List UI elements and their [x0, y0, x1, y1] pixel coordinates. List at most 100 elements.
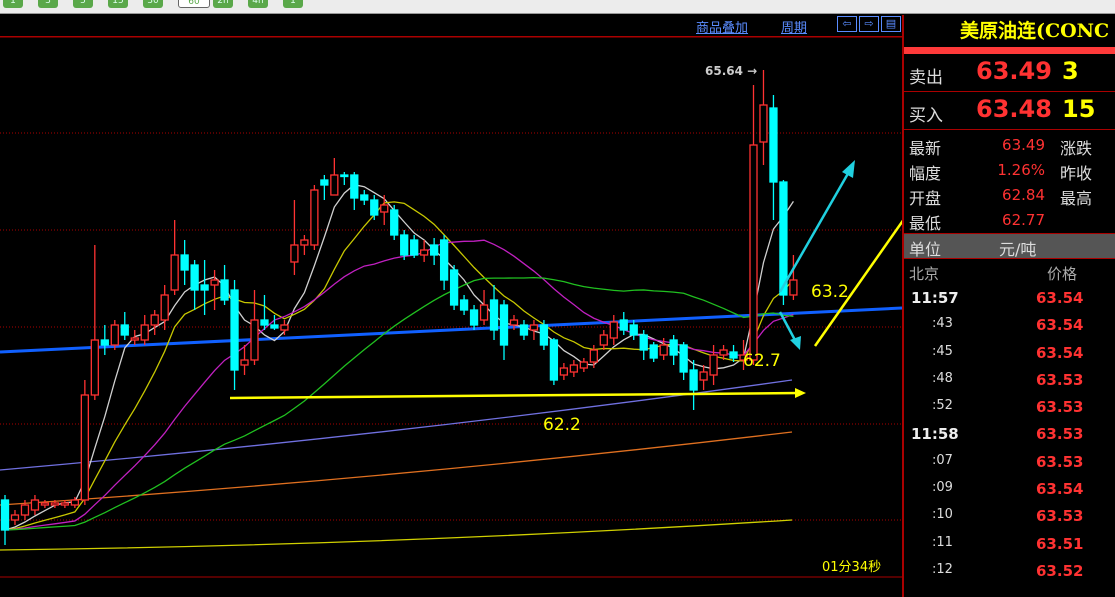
- tick-price: 63.54: [1036, 343, 1084, 362]
- candle-up: [310, 189, 319, 246]
- candle-up: [479, 304, 489, 321]
- tick-row: :11 63.51: [904, 530, 1115, 557]
- candle-up: [10, 514, 20, 521]
- chart-header: 商品叠加 周期 ⇦ ⇨ ▤: [0, 15, 902, 37]
- arrow-head-icon: [842, 160, 855, 178]
- candle-down: [429, 244, 439, 256]
- candle-up: [80, 394, 89, 501]
- candle-down: [260, 319, 269, 326]
- candle-down: [190, 264, 199, 291]
- candle-up: [569, 364, 579, 373]
- unit-row: 单位 元/吨: [904, 233, 1115, 259]
- sell-label: 卖出: [909, 68, 943, 88]
- candle-up: [20, 504, 30, 516]
- candle-up: [709, 354, 718, 376]
- info-label-2: 涨跌: [1060, 139, 1093, 158]
- annotation-label: 62.2: [543, 415, 581, 435]
- candle-up: [30, 499, 40, 511]
- candle-down: [230, 289, 239, 371]
- tick-price: 63.53: [1036, 507, 1084, 526]
- tick-time: :52: [932, 398, 953, 414]
- candle-down: [489, 299, 499, 331]
- candlestick-chart[interactable]: 65.64 → 63.2 62.7 62.2: [0, 0, 902, 597]
- tick-time: 11:58: [911, 425, 959, 444]
- ticks-list[interactable]: 11:57 63.54:43 63.54:45 63.54:48 63.53:52 63.…: [904, 284, 1115, 584]
- candle-down: [220, 279, 229, 301]
- candle-down: [619, 319, 628, 331]
- candle-up: [749, 144, 758, 361]
- candle-up: [659, 344, 668, 356]
- layout-icon[interactable]: ▤: [881, 16, 901, 32]
- candle-down: [639, 334, 648, 351]
- info-row: 最低 62.77: [904, 208, 1115, 233]
- tick-row: :45 63.54: [904, 339, 1115, 366]
- candle-down: [539, 324, 549, 346]
- buy-label: 买入: [909, 106, 943, 126]
- candle-up: [250, 319, 259, 361]
- tick-row: :48 63.53: [904, 366, 1115, 393]
- info-label: 幅度: [909, 164, 942, 183]
- sell-price: 63.49: [976, 57, 1052, 85]
- ticks-time-header: 北京: [909, 265, 940, 283]
- candle-up: [789, 279, 798, 296]
- info-row: 幅度 1.26% 昨收: [904, 158, 1115, 183]
- candle-down: [120, 324, 129, 336]
- candle-up: [70, 499, 80, 506]
- candle-down: [469, 309, 479, 326]
- tick-row: 11:58 63.53: [904, 420, 1115, 447]
- tick-price: 63.53: [1036, 370, 1084, 389]
- arrow-head-icon: [790, 336, 801, 350]
- unit-value: 元/吨: [999, 240, 1037, 259]
- candle-up: [150, 314, 159, 326]
- candle-down: [669, 339, 678, 356]
- candle-up: [699, 371, 708, 381]
- high-price-label: 65.64 →: [705, 64, 757, 78]
- info-value: 62.77: [1002, 211, 1045, 229]
- candle-up: [140, 324, 149, 341]
- info-label: 最低: [909, 214, 942, 233]
- candle-down: [0, 499, 10, 531]
- ma-long-2-line: [0, 431, 793, 506]
- unit-label: 单位: [909, 240, 942, 259]
- overlay-link[interactable]: 商品叠加: [696, 17, 748, 36]
- bid-ask-bar: [904, 47, 1115, 54]
- candle-up: [759, 104, 768, 143]
- candle-down: [200, 284, 209, 291]
- annotation-label: 63.2: [811, 282, 849, 302]
- annotation-label: 62.7: [743, 351, 781, 371]
- candle-down: [370, 199, 379, 216]
- ma40-line: [4, 277, 794, 531]
- tick-price: 63.53: [1036, 452, 1084, 471]
- candle-up: [300, 239, 309, 246]
- candle-down: [689, 369, 698, 391]
- scroll-left-icon[interactable]: ⇦: [837, 16, 857, 32]
- candle-up: [40, 502, 50, 506]
- candle-down: [679, 344, 688, 373]
- candle-up: [380, 204, 389, 213]
- candle-down: [729, 351, 738, 359]
- info-table: 最新 63.49 涨跌 幅度 1.26% 昨收 开盘 62.84 最高最低 62.77: [904, 130, 1115, 233]
- info-row: 开盘 62.84 最高: [904, 183, 1115, 208]
- candle-up: [559, 367, 569, 376]
- arrow-head-icon: [795, 388, 806, 398]
- info-row: 最新 63.49 涨跌: [904, 133, 1115, 158]
- ticks-price-header: 价格: [1047, 265, 1078, 283]
- tick-row: :43 63.54: [904, 311, 1115, 338]
- tick-row: :12 63.52: [904, 557, 1115, 584]
- tick-price: 63.51: [1036, 534, 1084, 553]
- tick-time: :10: [932, 507, 953, 523]
- instrument-title: 美原油连(CONC: [960, 20, 1110, 42]
- candle-down: [629, 324, 638, 336]
- tick-row: :09 63.54: [904, 475, 1115, 502]
- candle-up: [509, 319, 519, 326]
- tick-price: 63.53: [1036, 398, 1084, 417]
- tick-time: 11:57: [911, 289, 959, 307]
- info-label-2: 最高: [1060, 189, 1093, 208]
- tick-price: 63.54: [1036, 316, 1084, 335]
- scroll-right-icon[interactable]: ⇨: [859, 16, 879, 32]
- candle-up: [420, 249, 429, 256]
- period-link[interactable]: 周期: [781, 17, 807, 36]
- tick-price: 63.54: [1036, 289, 1084, 307]
- candle-up: [589, 349, 598, 363]
- candle-up: [110, 324, 119, 346]
